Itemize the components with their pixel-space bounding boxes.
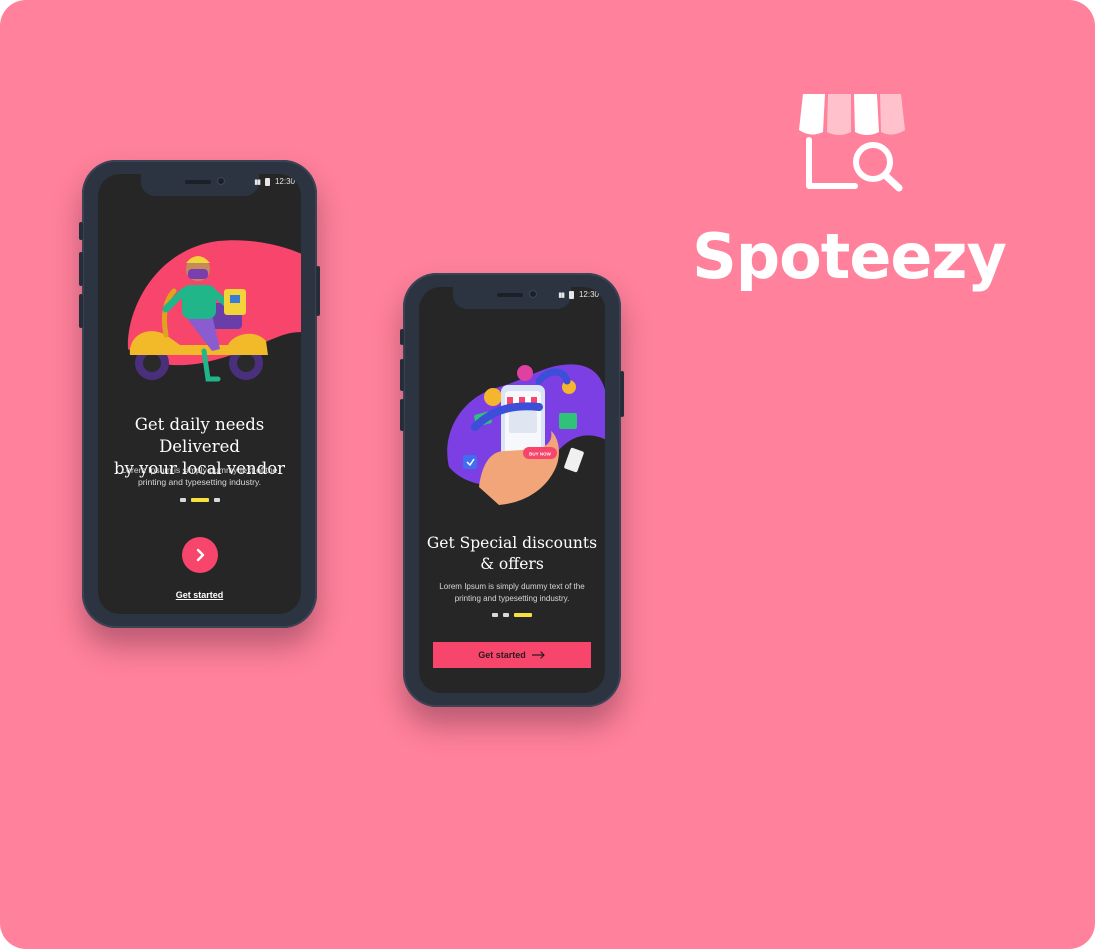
page-dot-2[interactable] bbox=[503, 613, 509, 617]
page-dot-1[interactable] bbox=[179, 498, 186, 502]
brand-name: Spoteezy bbox=[692, 220, 1007, 293]
speaker-grille bbox=[497, 293, 523, 297]
arrow-right-icon bbox=[531, 651, 545, 659]
speaker-grille bbox=[184, 180, 211, 184]
battery-icon bbox=[568, 290, 574, 299]
phone-screen: ▮▮ 12:30 bbox=[98, 174, 301, 614]
shop-search-icon bbox=[799, 94, 905, 192]
page-dot-2[interactable] bbox=[190, 498, 209, 502]
volume-down-button bbox=[400, 399, 404, 431]
power-button bbox=[620, 371, 624, 417]
notch bbox=[140, 174, 259, 196]
status-time: 12:30 bbox=[274, 177, 295, 186]
description-line-2: printing and typesetting industry. bbox=[454, 593, 570, 603]
get-started-label: Get started bbox=[478, 650, 526, 660]
description-line-1: Lorem Ipsum is simply dummy text of the bbox=[121, 465, 278, 475]
onboarding-description: Lorem Ipsum is simply dummy text of the … bbox=[108, 464, 291, 488]
mute-switch bbox=[79, 222, 83, 240]
buy-now-badge: BUY NOW bbox=[529, 452, 551, 457]
signal-icon: ▮▮ bbox=[558, 291, 565, 299]
title-line-1: Get Special discounts bbox=[426, 534, 598, 552]
delivery-scooter-illustration bbox=[127, 240, 301, 382]
mute-switch bbox=[400, 329, 404, 345]
status-time: 12:30 bbox=[578, 290, 599, 299]
get-started-button[interactable]: Get started bbox=[433, 642, 591, 668]
battery-icon bbox=[264, 177, 270, 186]
shopping-phone-illustration: BUY NOW bbox=[447, 364, 605, 505]
status-bar: ▮▮ 12:30 bbox=[254, 177, 295, 186]
page-dot-1[interactable] bbox=[492, 613, 498, 617]
page-dot-3[interactable] bbox=[213, 498, 220, 502]
onboarding-description: Lorem Ipsum is simply dummy text of the … bbox=[429, 581, 595, 604]
front-camera bbox=[529, 290, 537, 298]
description-line-1: Lorem Ipsum is simply dummy text of the bbox=[439, 582, 585, 591]
title-line-2: & offers bbox=[480, 555, 544, 573]
volume-up-button bbox=[400, 359, 404, 391]
volume-down-button bbox=[79, 294, 83, 328]
phone-mockup-onboarding-offers: ▮▮ 12:30 BUY NOW Get Special discounts &… bbox=[400, 273, 624, 707]
next-button[interactable] bbox=[182, 537, 218, 573]
chevron-right-icon bbox=[196, 548, 205, 562]
page-indicator bbox=[98, 498, 301, 502]
description-line-2: printing and typesetting industry. bbox=[137, 477, 262, 487]
page-dot-3[interactable] bbox=[514, 613, 532, 617]
page-indicator bbox=[419, 613, 605, 617]
onboarding-title: Get Special discounts & offers bbox=[419, 533, 605, 575]
status-bar: ▮▮ 12:30 bbox=[558, 290, 599, 299]
get-started-link[interactable]: Get started bbox=[98, 590, 301, 600]
notch bbox=[453, 287, 571, 309]
phone-mockup-onboarding-delivery: ▮▮ 12:30 Get daily needs Delivered by yo… bbox=[79, 160, 320, 628]
front-camera bbox=[216, 177, 225, 185]
phone-screen: ▮▮ 12:30 bbox=[419, 287, 605, 693]
power-button bbox=[316, 266, 320, 316]
signal-icon: ▮▮ bbox=[254, 178, 261, 186]
volume-up-button bbox=[79, 252, 83, 286]
title-line-1: Get daily needs Delivered bbox=[134, 415, 265, 456]
presentation-canvas: Spoteezy ▮▮ 12:30 Get daily needs Delive… bbox=[0, 0, 1095, 949]
